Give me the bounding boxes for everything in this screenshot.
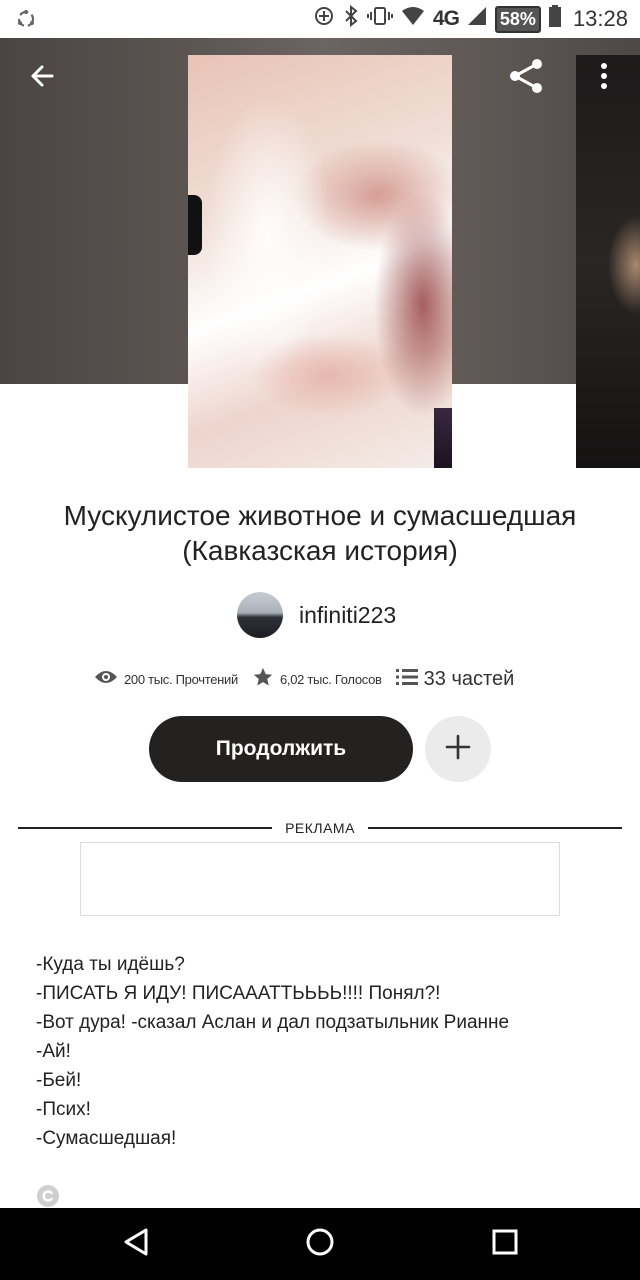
status-icons: 4G 58% 13:28 <box>313 0 628 38</box>
continue-reading-button[interactable]: Продолжить <box>149 716 413 782</box>
avatar[interactable] <box>237 592 283 638</box>
nav-home-icon <box>305 1227 335 1262</box>
votes-stat: 6,02 тыс. Голосов <box>252 666 382 693</box>
ad-slot[interactable] <box>80 842 560 916</box>
nav-back-button[interactable] <box>112 1220 160 1268</box>
arrow-left-icon <box>28 62 56 95</box>
author-name[interactable]: infiniti223 <box>299 602 396 629</box>
next-book-cover[interactable] <box>576 55 640 468</box>
reads-count: 200 тыс. Прочтений <box>124 671 238 687</box>
signal-icon <box>467 6 487 32</box>
data-saver-icon <box>313 5 335 33</box>
divider-line <box>18 827 272 829</box>
story-line: -Сумасшедшая! <box>36 1128 177 1149</box>
more-options-button[interactable] <box>584 56 624 100</box>
wifi-icon <box>401 6 425 32</box>
divider-line <box>368 827 622 829</box>
cover-detail <box>434 408 452 468</box>
nav-back-icon <box>122 1227 150 1262</box>
plus-icon <box>445 734 471 765</box>
network-type: 4G <box>432 7 460 30</box>
book-title: Мускулистое животное и сумасшедшая (Кавк… <box>20 498 620 568</box>
ad-divider: РЕКЛАМА <box>18 818 622 838</box>
add-to-library-button[interactable] <box>425 716 491 782</box>
bluetooth-icon <box>343 4 359 33</box>
story-line: -Ай! <box>36 1041 71 1062</box>
clock: 13:28 <box>572 6 628 31</box>
author-link[interactable]: infiniti223 <box>237 592 396 638</box>
story-line: -Вот дура! -сказал Аслан и дал подзатыль… <box>36 1012 510 1033</box>
vibrate-icon <box>366 5 393 33</box>
back-button[interactable] <box>20 56 64 100</box>
share-button[interactable] <box>504 56 548 100</box>
nav-home-button[interactable] <box>296 1220 344 1268</box>
battery-percent: 58% <box>494 5 541 33</box>
list-icon <box>395 668 418 691</box>
parts-count[interactable]: 33 частей <box>424 668 515 691</box>
story-line: -Псих! <box>36 1099 91 1120</box>
book-stats: 200 тыс. Прочтений 6,02 тыс. Голосов 33 … <box>94 662 528 696</box>
star-icon <box>252 666 274 693</box>
sync-icon <box>14 7 38 31</box>
share-icon <box>507 57 545 100</box>
system-nav-bar <box>0 1208 640 1280</box>
nav-recents-icon <box>492 1229 518 1260</box>
more-vertical-icon <box>600 62 608 95</box>
nav-recents-button[interactable] <box>481 1220 529 1268</box>
copyright-icon <box>36 1184 60 1208</box>
story-line: -Бей! <box>36 1070 82 1091</box>
status-bar: 4G 58% 13:28 <box>0 0 640 38</box>
parts-stat[interactable]: 33 частей <box>395 668 515 691</box>
book-cover[interactable] <box>188 55 452 468</box>
story-line: -Куда ты идёшь? <box>36 954 185 975</box>
battery-icon <box>548 5 561 33</box>
story-line: -ПИСАТЬ Я ИДУ! ПИСАААТТЬЬЬЬ!!!! Понял?! <box>36 983 441 1004</box>
votes-count: 6,02 тыс. Голосов <box>279 671 382 687</box>
reads-stat: 200 тыс. Прочтений <box>94 668 238 691</box>
cover-detail <box>188 195 202 255</box>
story-preview[interactable]: -Куда ты идёшь? -ПИСАТЬ Я ИДУ! ПИСАААТТЬ… <box>36 950 626 1153</box>
book-title-line: (Кавказская история) <box>182 535 458 566</box>
book-title-line: Мускулистое животное и сумасшедшая <box>63 500 577 531</box>
eye-icon <box>94 668 118 691</box>
ad-label: РЕКЛАМА <box>285 820 355 836</box>
